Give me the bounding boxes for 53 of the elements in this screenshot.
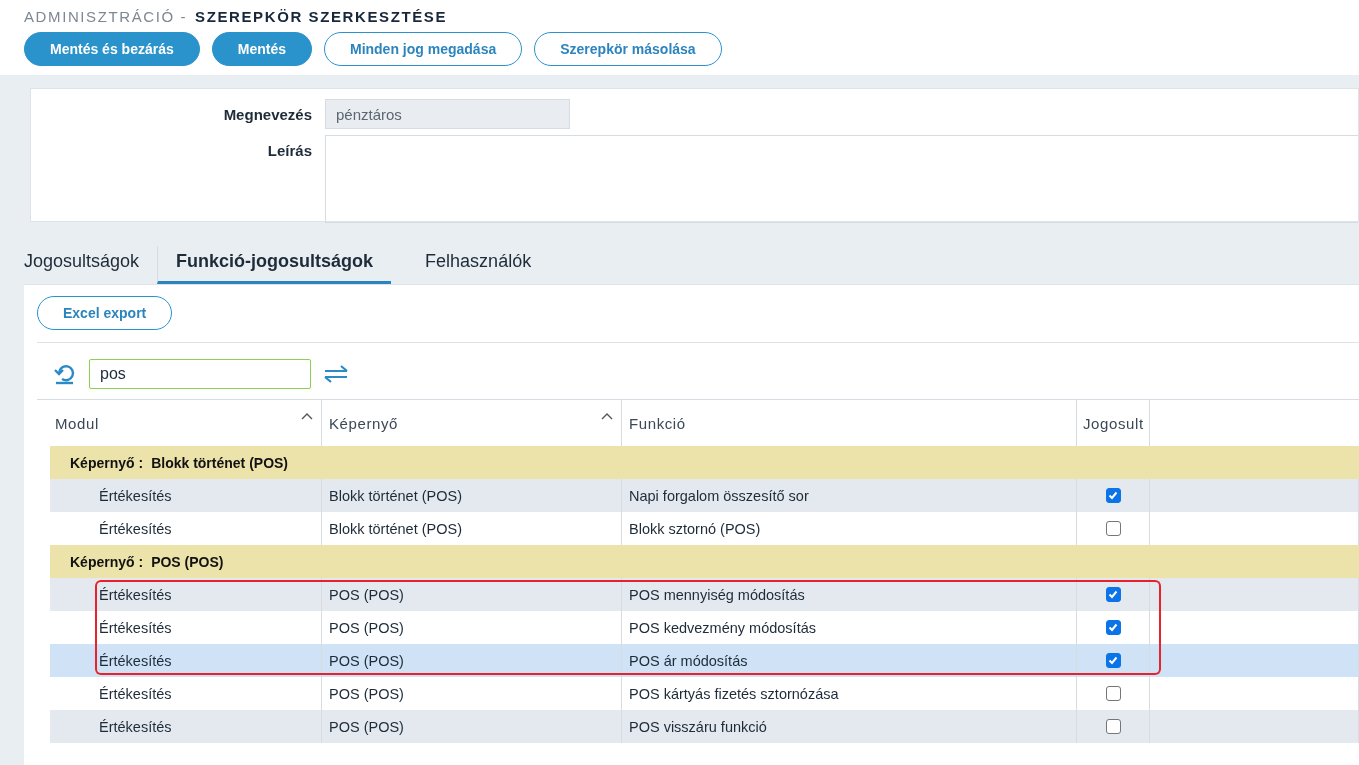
table-cell: POS (POS) bbox=[329, 718, 404, 735]
checkbox[interactable] bbox=[1105, 653, 1121, 668]
table-cell: POS (POS) bbox=[329, 619, 404, 636]
table-cell-text: Értékesítés bbox=[98, 586, 172, 603]
tab[interactable]: Jogosultságok bbox=[24, 246, 140, 284]
table-cell-text: Értékesítés bbox=[98, 652, 172, 669]
checkbox[interactable] bbox=[1105, 686, 1121, 701]
reset-icon[interactable] bbox=[53, 362, 77, 386]
action-button[interactable]: Minden jog megadása bbox=[323, 32, 523, 66]
description-field[interactable] bbox=[325, 135, 1358, 223]
breadcrumb-section: ADMINISZTRÁCIÓ - bbox=[24, 8, 188, 25]
checkbox[interactable] bbox=[1105, 521, 1121, 536]
action-button[interactable]: Szerepkör másolása bbox=[534, 32, 722, 66]
table-cell: POS (POS) bbox=[329, 652, 404, 669]
table-cell: POS kedvezmény módosítás bbox=[629, 619, 816, 636]
table-row[interactable]: Értékesítés POS (POS) POS visszáru funkció bbox=[50, 710, 1359, 743]
sort-icon[interactable] bbox=[601, 412, 613, 420]
filter-field[interactable]: pos bbox=[89, 359, 311, 389]
group-value: POS (POS) bbox=[151, 553, 224, 570]
table-row[interactable]: Értékesítés Blokk történet (POS) Napi forgalom összesítő sor bbox=[50, 479, 1359, 512]
group-label: Képernyő : bbox=[70, 553, 144, 570]
checkbox[interactable] bbox=[1105, 587, 1121, 602]
table-cell: Blokk történet (POS) bbox=[329, 520, 462, 537]
table-cell: Blokk sztornó (POS) bbox=[629, 520, 761, 537]
table-cell-text: Értékesítés bbox=[98, 619, 172, 636]
table-cell: Blokk történet (POS) bbox=[329, 487, 462, 504]
checkbox[interactable] bbox=[1105, 719, 1121, 734]
tab[interactable]: Felhasználók bbox=[425, 246, 532, 284]
group-row[interactable]: Képernyő : POS (POS) bbox=[50, 545, 1359, 578]
sort-icon[interactable] bbox=[301, 412, 313, 420]
field-label: Megnevezés bbox=[222, 105, 312, 123]
name-field[interactable]: pénztáros bbox=[325, 99, 570, 129]
table-cell: POS (POS) bbox=[329, 586, 404, 603]
table-cell: POS kártyás fizetés sztornózása bbox=[629, 685, 839, 702]
group-label: Képernyő : bbox=[70, 454, 144, 471]
checkbox[interactable] bbox=[1105, 620, 1121, 635]
table-cell: POS mennyiség módosítás bbox=[629, 586, 805, 603]
field-label: Leírás bbox=[266, 141, 312, 159]
checkbox[interactable] bbox=[1105, 488, 1121, 503]
table-cell-text: Értékesítés bbox=[98, 487, 172, 504]
table-row[interactable]: Értékesítés POS (POS) POS ár módosítás bbox=[50, 644, 1359, 677]
table-cell: POS ár módosítás bbox=[629, 652, 748, 669]
table-cell-text: Értékesítés bbox=[98, 685, 172, 702]
table-row[interactable]: Értékesítés POS (POS) POS mennyiség módosítás bbox=[50, 578, 1359, 611]
table-cell-text: Értékesítés bbox=[98, 520, 172, 537]
table-cell: POS visszáru funkció bbox=[629, 718, 767, 735]
page-title: SZEREPKÖR SZERKESZTÉSE bbox=[195, 8, 447, 25]
table-cell: POS (POS) bbox=[329, 685, 404, 702]
export-button[interactable]: Excel export bbox=[37, 296, 173, 330]
table-cell: Napi forgalom összesítő sor bbox=[629, 487, 809, 504]
group-row[interactable]: Képernyő : Blokk történet (POS) bbox=[50, 446, 1359, 479]
table-cell-text: Értékesítés bbox=[98, 718, 172, 735]
group-value: Blokk történet (POS) bbox=[151, 454, 289, 471]
